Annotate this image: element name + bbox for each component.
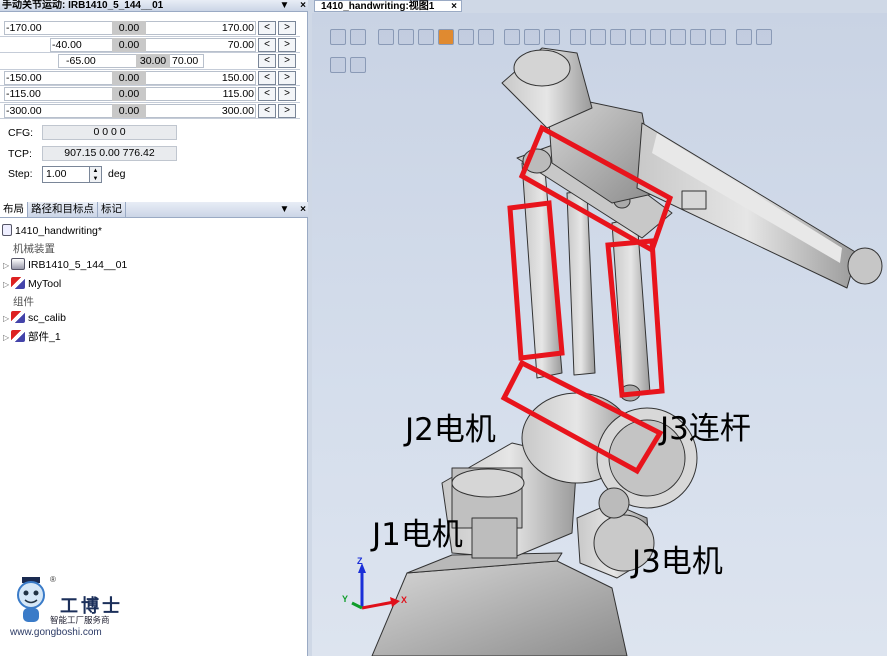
joint-row-1: -170.00 0.00 170.00 < >	[0, 20, 300, 37]
gongboshi-logo: ® 工博士 智能工厂服务商 www.gongboshi.com	[8, 575, 136, 645]
decrease-button[interactable]: <	[258, 103, 276, 118]
group-components: 组件	[13, 296, 34, 308]
increase-button[interactable]: >	[278, 21, 296, 35]
decrease-button[interactable]: <	[258, 54, 276, 68]
joint-max: 170.00	[221, 22, 254, 34]
joint-row-5: -115.00 0.00 115.00 < >	[0, 86, 300, 103]
increase-button[interactable]: >	[278, 103, 296, 118]
step-spinner[interactable]: ▲ ▼	[90, 166, 102, 183]
jog-panel-title: 手动关节运动: IRB1410_5_144__01	[2, 0, 164, 11]
z-axis-label: Z	[357, 556, 363, 566]
expand-icon[interactable]: ▷	[3, 280, 11, 289]
joint-max: 70.00	[172, 55, 199, 67]
cfg-label: CFG:	[8, 127, 34, 139]
tree-item-label: IRB1410_5_144__01	[28, 259, 128, 271]
joint-min: -115.00	[6, 88, 41, 100]
joint-min: -300.00	[6, 104, 42, 117]
joint-max: 115.00	[222, 88, 254, 100]
component-icon	[11, 311, 25, 323]
joint-value: 0.00	[112, 103, 146, 118]
tree-item-label: sc_calib	[28, 312, 66, 324]
joint-min: -150.00	[6, 71, 42, 84]
tcp-value: 907.15 0.00 776.42	[42, 146, 177, 161]
view-tab-title: 1410_handwriting:视图1	[321, 1, 435, 12]
tree-item-sc-calib[interactable]: ▷ sc_calib	[3, 311, 66, 324]
group-mechanisms: 机械装置	[13, 243, 55, 255]
coordinate-axes	[351, 563, 400, 610]
tab-layout[interactable]: 布局	[0, 202, 28, 217]
tree-item-part-1[interactable]: ▷ 部件_1	[3, 329, 61, 344]
annotation-j2-motor: J2电机	[405, 412, 496, 448]
tab-tags[interactable]: 标记	[98, 202, 126, 217]
decrease-button[interactable]: <	[258, 70, 276, 85]
annotation-j1-motor: J1电机	[372, 517, 463, 553]
3d-viewport[interactable]: Z Y X J2电机 J3连杆 J1电机 J3电机	[312, 13, 887, 656]
tab-paths-targets[interactable]: 路径和目标点	[28, 202, 98, 217]
registered-mark: ®	[50, 575, 56, 584]
cfg-value: 0 0 0 0	[42, 125, 177, 140]
jog-panel-titlebar: 手动关节运动: IRB1410_5_144__01 ▼ ×	[0, 0, 308, 12]
decrease-button[interactable]: <	[258, 87, 276, 101]
increase-button[interactable]: >	[278, 87, 296, 101]
robot-3d-model	[351, 47, 883, 656]
close-icon[interactable]: ×	[300, 204, 306, 215]
tool-icon	[11, 277, 25, 289]
joint-value: 30.00	[136, 54, 170, 68]
joint-min: -65.00	[66, 55, 96, 67]
joint-max: 300.00	[221, 104, 254, 117]
annotation-j3-motor: J3电机	[632, 544, 723, 580]
station-icon	[2, 224, 12, 236]
tcp-label: TCP:	[8, 148, 32, 160]
joint-min: -170.00	[6, 22, 42, 34]
tree-root[interactable]: 1410_handwriting*	[2, 224, 102, 237]
joint-min: -40.00	[52, 38, 82, 51]
step-unit: deg	[108, 168, 126, 180]
joint-jog-list: -170.00 0.00 170.00 < > -40.00 0.00 70.0…	[0, 20, 300, 119]
joint-value: 0.00	[112, 87, 146, 101]
step-label: Step:	[8, 168, 33, 180]
increase-button[interactable]: >	[278, 54, 296, 68]
joint-max: 150.00	[221, 71, 254, 84]
increase-button[interactable]: >	[278, 37, 296, 52]
decrease-button[interactable]: <	[258, 21, 276, 35]
left-panel: 手动关节运动: IRB1410_5_144__01 ▼ × -170.00 0.…	[0, 0, 308, 656]
component-icon	[11, 330, 25, 342]
tree-item-label: MyTool	[28, 278, 62, 290]
x-axis-label: X	[401, 595, 408, 605]
x-axis	[361, 600, 395, 610]
tree-item-tool[interactable]: ▷ MyTool	[3, 277, 61, 290]
y-axis-label: Y	[342, 594, 349, 604]
close-icon[interactable]: ×	[300, 0, 306, 11]
joint-value: 0.00	[112, 37, 146, 52]
joint-row-3: -65.00 30.00 70.00 < >	[0, 53, 300, 70]
expand-icon[interactable]: ▷	[3, 314, 11, 323]
tree-item-label: 部件_1	[28, 331, 61, 343]
decrease-button[interactable]: <	[258, 37, 276, 52]
expand-icon[interactable]: ▷	[3, 261, 11, 270]
tree-root-label: 1410_handwriting*	[15, 225, 102, 237]
step-input[interactable]: 1.00	[42, 166, 90, 183]
dropdown-icon[interactable]: ▼	[279, 204, 289, 215]
view-tab[interactable]: 1410_handwriting:视图1 ×	[314, 0, 462, 12]
joint-row-6: -300.00 0.00 300.00 < >	[0, 103, 300, 119]
joint-value: 0.00	[112, 70, 146, 85]
increase-button[interactable]: >	[278, 70, 296, 85]
tree-item-robot[interactable]: ▷ IRB1410_5_144__01	[3, 258, 127, 271]
robot-icon	[11, 258, 25, 270]
joint-row-4: -150.00 0.00 150.00 < >	[0, 70, 300, 86]
annotation-j3-link: J3连杆	[660, 411, 751, 447]
layout-tab-bar: 布局 路径和目标点 标记 ▼ ×	[0, 202, 308, 218]
close-icon[interactable]: ×	[451, 1, 457, 12]
joint-value: 0.00	[112, 21, 146, 35]
expand-icon[interactable]: ▷	[3, 333, 11, 342]
joint-row-2: -40.00 0.00 70.00 < >	[0, 37, 300, 53]
dropdown-icon[interactable]: ▼	[279, 0, 289, 11]
logo-subtitle: 智能工厂服务商	[50, 616, 110, 626]
joint-max: 70.00	[227, 38, 254, 51]
logo-url: www.gongboshi.com	[10, 627, 102, 638]
